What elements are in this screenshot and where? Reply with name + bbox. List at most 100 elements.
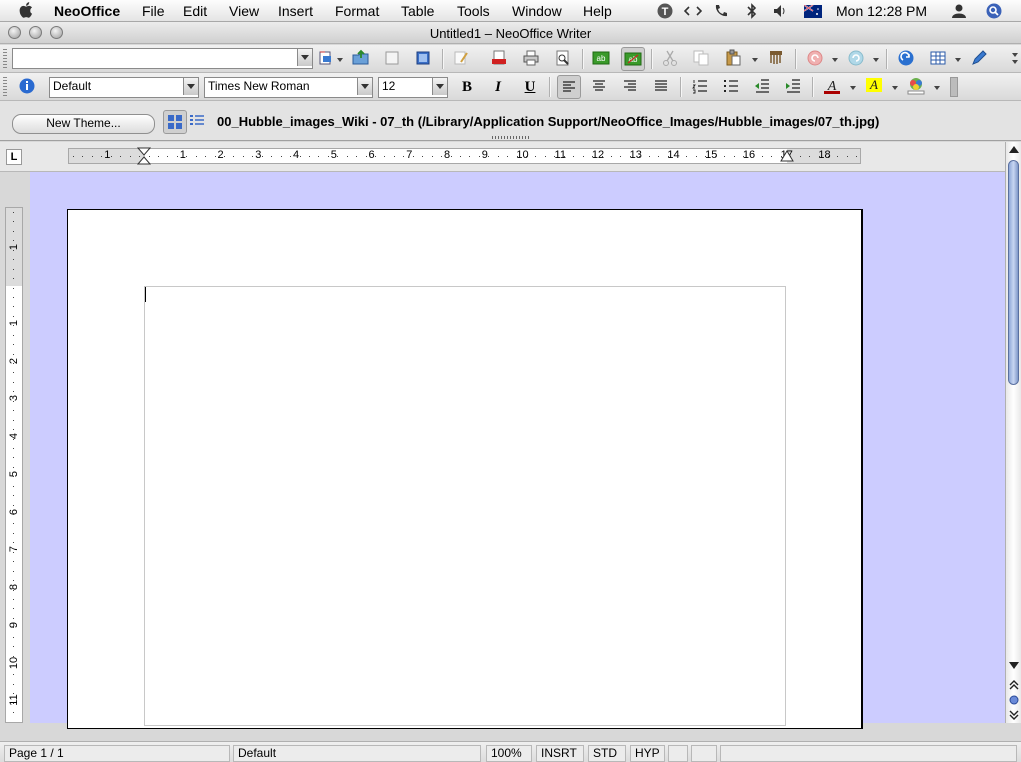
align-center-button[interactable] (588, 75, 610, 97)
print-button[interactable] (520, 47, 542, 69)
toolbar-overflow-button[interactable] (950, 77, 958, 97)
copy-button[interactable] (690, 47, 712, 69)
insert-table-button[interactable] (927, 47, 949, 69)
document-modified-indicator[interactable] (668, 745, 688, 762)
menu-window[interactable]: Window (512, 3, 562, 19)
detailed-view-button[interactable] (186, 110, 208, 132)
hyperlink-mode-indicator[interactable]: HYP (630, 745, 665, 762)
email-document-button[interactable] (412, 47, 434, 69)
chevron-down-icon[interactable] (850, 86, 856, 90)
chevron-down-icon[interactable] (357, 78, 372, 95)
chevron-down-icon[interactable] (337, 58, 343, 62)
scroll-down-icon[interactable] (1009, 662, 1019, 669)
save-button[interactable] (381, 47, 403, 69)
horizontal-ruler[interactable]: 1123456789101112131415161718 (68, 148, 861, 164)
digital-signature-indicator[interactable] (691, 745, 717, 762)
url-combobox[interactable] (12, 48, 313, 69)
page-style-indicator[interactable]: Default (233, 745, 481, 762)
page-indicator[interactable]: Page 1 / 1 (4, 745, 230, 762)
scroll-up-icon[interactable] (1009, 146, 1019, 153)
menu-help[interactable]: Help (583, 3, 612, 19)
font-color-button[interactable]: A (821, 75, 843, 97)
vertical-ruler[interactable]: 1 1 2 3 4 5 6 7 8 9 10 11 (5, 207, 23, 723)
menu-table[interactable]: Table (401, 3, 434, 19)
styles-and-formatting-button[interactable] (16, 75, 38, 97)
gallery-resize-handle[interactable] (492, 136, 530, 139)
phone-icon[interactable] (713, 3, 729, 19)
underline-button[interactable]: U (519, 76, 541, 98)
menu-tools[interactable]: Tools (457, 3, 490, 19)
bullets-button[interactable] (720, 75, 742, 97)
chevron-down-icon[interactable] (955, 58, 961, 62)
left-indent-marker[interactable] (137, 147, 151, 165)
clone-formatting-button[interactable] (765, 47, 787, 69)
numbered-list-icon (692, 80, 707, 94)
apple-menu-icon[interactable] (19, 2, 33, 18)
chevron-down-icon[interactable] (832, 58, 838, 62)
ruler-tick (422, 156, 424, 157)
chevron-down-icon[interactable] (297, 49, 312, 66)
toolbar-grip[interactable] (3, 77, 7, 97)
app-menu[interactable]: NeoOffice (54, 3, 120, 19)
undo-button[interactable] (804, 47, 826, 69)
right-indent-marker[interactable] (780, 150, 794, 162)
font-name-select[interactable]: Times New Roman (204, 77, 373, 98)
new-document-button[interactable] (315, 47, 337, 69)
menu-insert[interactable]: Insert (278, 3, 313, 19)
open-button[interactable] (350, 47, 372, 69)
cut-button[interactable] (659, 47, 681, 69)
highlighting-button[interactable]: A (863, 75, 885, 97)
decrease-indent-button[interactable] (751, 75, 773, 97)
script-icon[interactable] (684, 3, 702, 19)
menu-view[interactable]: View (229, 3, 259, 19)
menu-file[interactable]: File (142, 3, 165, 19)
flag-icon[interactable] (804, 5, 822, 18)
align-left-button[interactable] (557, 75, 581, 99)
icon-view-button[interactable] (163, 110, 187, 134)
tab-stop-selector[interactable]: L (6, 149, 22, 165)
export-pdf-button[interactable] (488, 47, 510, 69)
chevron-down-icon[interactable] (183, 78, 198, 95)
font-size-select[interactable]: 12 (378, 77, 448, 98)
spellcheck-button[interactable]: ab (590, 47, 612, 69)
spotlight-icon[interactable] (986, 3, 1002, 19)
background-color-button[interactable] (905, 75, 927, 97)
volume-icon[interactable] (772, 3, 788, 19)
text-input-icon[interactable]: T (656, 3, 674, 19)
user-icon[interactable] (951, 3, 967, 19)
bluetooth-icon[interactable] (745, 3, 759, 19)
chevron-down-icon[interactable] (892, 86, 898, 90)
toolbar-overflow-icon[interactable] (1012, 53, 1018, 57)
scroll-thumb[interactable] (1008, 160, 1019, 385)
redo-button[interactable] (845, 47, 867, 69)
show-draw-functions-button[interactable] (968, 47, 990, 69)
chevron-down-icon[interactable] (873, 58, 879, 62)
toolbar-grip[interactable] (3, 49, 7, 69)
hyperlink-button[interactable] (895, 47, 917, 69)
new-theme-button[interactable]: New Theme... (12, 114, 155, 134)
justify-button[interactable] (650, 75, 672, 97)
menu-format[interactable]: Format (335, 3, 379, 19)
chevron-down-icon[interactable] (934, 86, 940, 90)
toolbar-overflow-icon[interactable] (1012, 60, 1018, 64)
italic-button[interactable]: I (487, 76, 509, 98)
zoom-indicator[interactable]: 100% (486, 745, 532, 762)
menubar-clock[interactable]: Mon 12:28 PM (836, 3, 927, 19)
menu-edit[interactable]: Edit (183, 3, 207, 19)
selection-mode-indicator[interactable]: STD (588, 745, 626, 762)
bold-button[interactable]: B (456, 76, 478, 98)
vertical-scrollbar[interactable] (1005, 142, 1021, 723)
increase-indent-button[interactable] (782, 75, 804, 97)
chevron-down-icon[interactable] (432, 78, 447, 95)
paste-button[interactable] (722, 47, 744, 69)
page-navigation[interactable] (1008, 678, 1020, 722)
chevron-down-icon[interactable] (752, 58, 758, 62)
page-preview-button[interactable] (552, 47, 574, 69)
insert-mode-indicator[interactable]: INSRT (536, 745, 584, 762)
text-boundaries[interactable] (144, 286, 786, 726)
align-right-button[interactable] (619, 75, 641, 97)
edit-file-button[interactable] (450, 47, 472, 69)
autospellcheck-button[interactable]: ab (621, 47, 645, 71)
numbering-button[interactable] (689, 75, 711, 97)
paragraph-style-select[interactable]: Default (49, 77, 199, 98)
